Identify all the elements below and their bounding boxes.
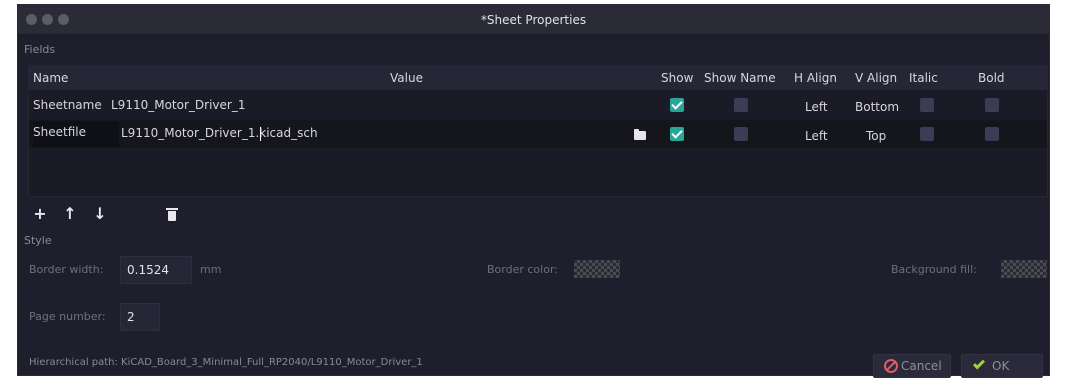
bold-checkbox[interactable] (985, 127, 999, 141)
field-row-sheetname[interactable]: Sheetname L9110_Motor_Driver_1 Left Bott… (29, 92, 1047, 120)
ok-button[interactable]: OK (961, 354, 1043, 378)
field-row-sheetfile[interactable]: Sheetfile L9110_Motor_Driver_1.kicad_sch… (29, 120, 1047, 148)
text-cursor (260, 127, 261, 141)
sheet-properties-dialog: *Sheet Properties Fields Name Value Show… (17, 4, 1050, 378)
column-header-h-align[interactable]: H Align (794, 71, 837, 85)
h-align-cell[interactable]: Left (805, 100, 828, 114)
title-bar: *Sheet Properties (18, 5, 1049, 35)
move-down-button[interactable]: ↓ (90, 203, 110, 225)
border-color-swatch[interactable] (574, 260, 620, 278)
move-up-button[interactable]: ↑ (60, 203, 80, 225)
italic-checkbox[interactable] (920, 127, 934, 141)
cancel-button-label: Cancel (901, 359, 942, 373)
fields-grid-header: Name Value Show Show Name H Align V Alig… (29, 66, 1047, 90)
field-value-cell[interactable]: L9110_Motor_Driver_1 (111, 98, 245, 112)
bold-checkbox[interactable] (985, 98, 999, 112)
folder-icon[interactable] (634, 129, 646, 140)
background-fill-label: Background fill: (891, 263, 977, 276)
trash-icon (166, 208, 178, 210)
italic-checkbox[interactable] (920, 98, 934, 112)
add-field-button[interactable]: + (30, 203, 50, 225)
show-checkbox[interactable] (670, 127, 684, 141)
border-width-label: Border width: (29, 263, 104, 276)
show-name-checkbox[interactable] (734, 98, 748, 112)
delete-field-button[interactable] (166, 208, 178, 221)
column-header-value[interactable]: Value (390, 71, 423, 85)
page-number-label: Page number: (29, 310, 106, 323)
v-align-cell[interactable]: Bottom (855, 100, 899, 114)
cancel-button[interactable]: Cancel (873, 354, 951, 378)
border-width-unit: mm (200, 263, 222, 276)
ok-button-label: OK (992, 359, 1010, 373)
cancel-icon (884, 359, 898, 373)
h-align-cell[interactable]: Left (805, 129, 828, 143)
show-checkbox[interactable] (670, 98, 684, 112)
field-value-editor[interactable]: L9110_Motor_Driver_1.kicad_sch (121, 126, 318, 140)
hierarchical-path-text: Hierarchical path: KiCAD_Board_3_Minimal… (29, 357, 423, 368)
window-title: *Sheet Properties (480, 13, 587, 27)
page-number-input[interactable]: 2 (120, 303, 160, 331)
fields-grid: Name Value Show Show Name H Align V Alig… (28, 65, 1048, 197)
border-width-input[interactable]: 0.1524 (120, 256, 192, 284)
field-name-cell: Sheetname (33, 98, 102, 112)
fields-section-label: Fields (24, 43, 56, 56)
v-align-cell[interactable]: Top (866, 129, 886, 143)
column-header-v-align[interactable]: V Align (855, 71, 897, 85)
show-name-checkbox[interactable] (734, 127, 748, 141)
column-header-bold[interactable]: Bold (978, 71, 1005, 85)
style-section-label: Style (24, 234, 52, 247)
background-fill-swatch[interactable] (1001, 260, 1047, 278)
checkmark-icon (972, 357, 986, 370)
column-header-name[interactable]: Name (33, 71, 68, 85)
field-name-cell: Sheetfile (33, 125, 86, 139)
column-header-show-name[interactable]: Show Name (704, 71, 776, 85)
column-header-italic[interactable]: Italic (909, 71, 938, 85)
column-header-show[interactable]: Show (661, 71, 693, 85)
border-color-label: Border color: (487, 263, 558, 276)
